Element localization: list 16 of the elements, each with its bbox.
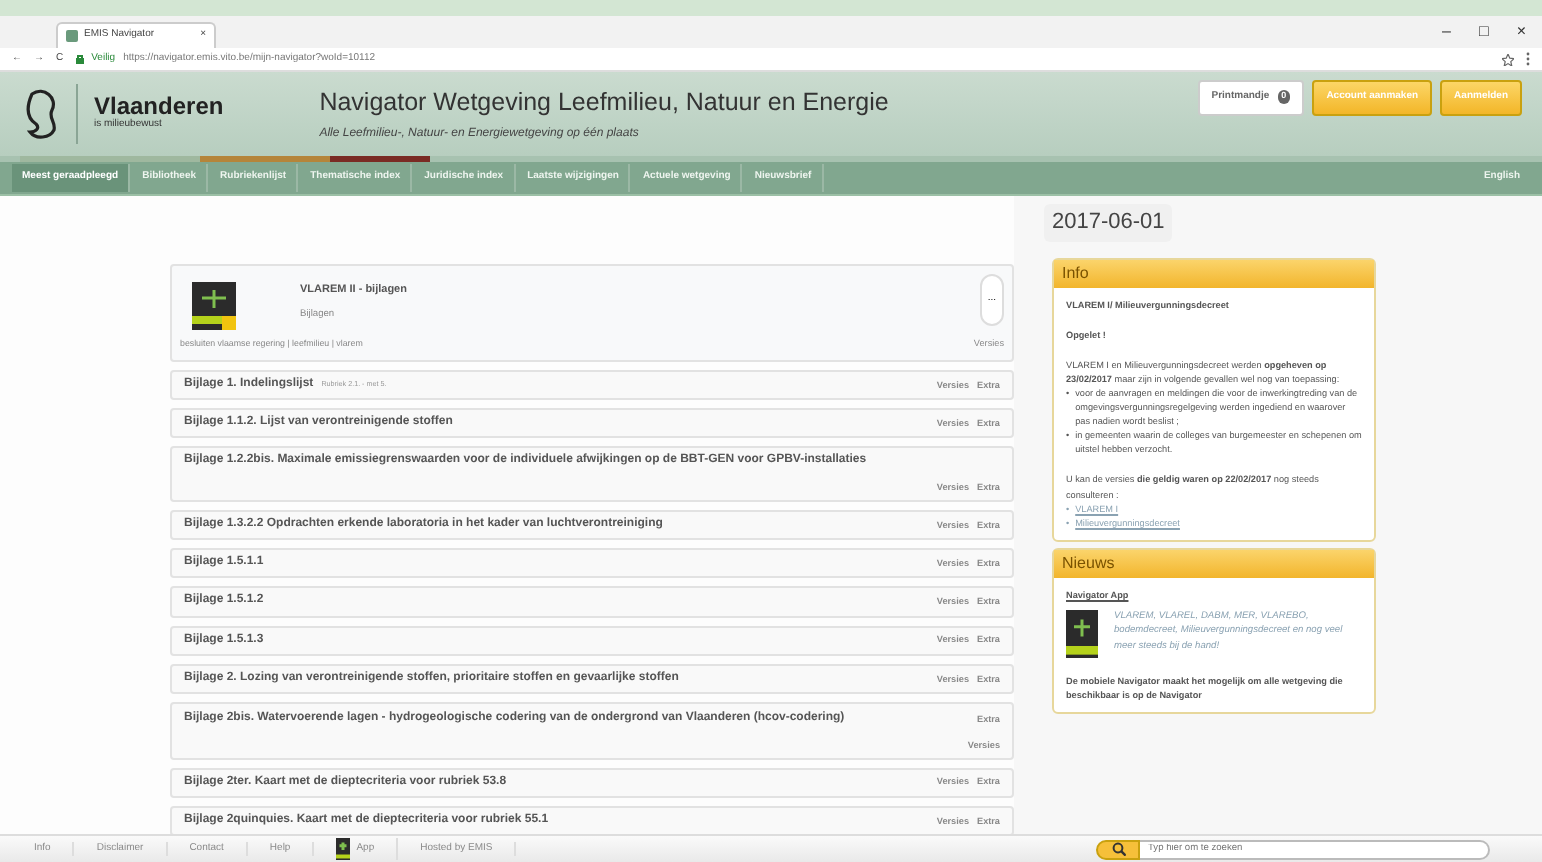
search-button[interactable] [1096, 839, 1140, 859]
search-icon [1111, 842, 1125, 856]
minimize-button[interactable]: – [1442, 20, 1451, 44]
maximize-button[interactable]: □ [1478, 20, 1489, 44]
brand-name: Vlaanderen [94, 94, 224, 119]
document-icon [192, 282, 236, 330]
panel-title: Info [1054, 259, 1374, 287]
close-button[interactable]: × [1516, 20, 1526, 44]
app-icon [1066, 610, 1098, 659]
star-icon[interactable] [1502, 53, 1514, 65]
page-icon [66, 30, 78, 42]
date-label: 2017-06-01 [1044, 204, 1173, 241]
app-icon [336, 838, 351, 860]
lock-icon [75, 54, 84, 64]
site-title: Navigator Wetgeving Leefmilieu, Natuur en Energie [319, 85, 889, 120]
panel-title: Nieuws [1054, 549, 1374, 578]
